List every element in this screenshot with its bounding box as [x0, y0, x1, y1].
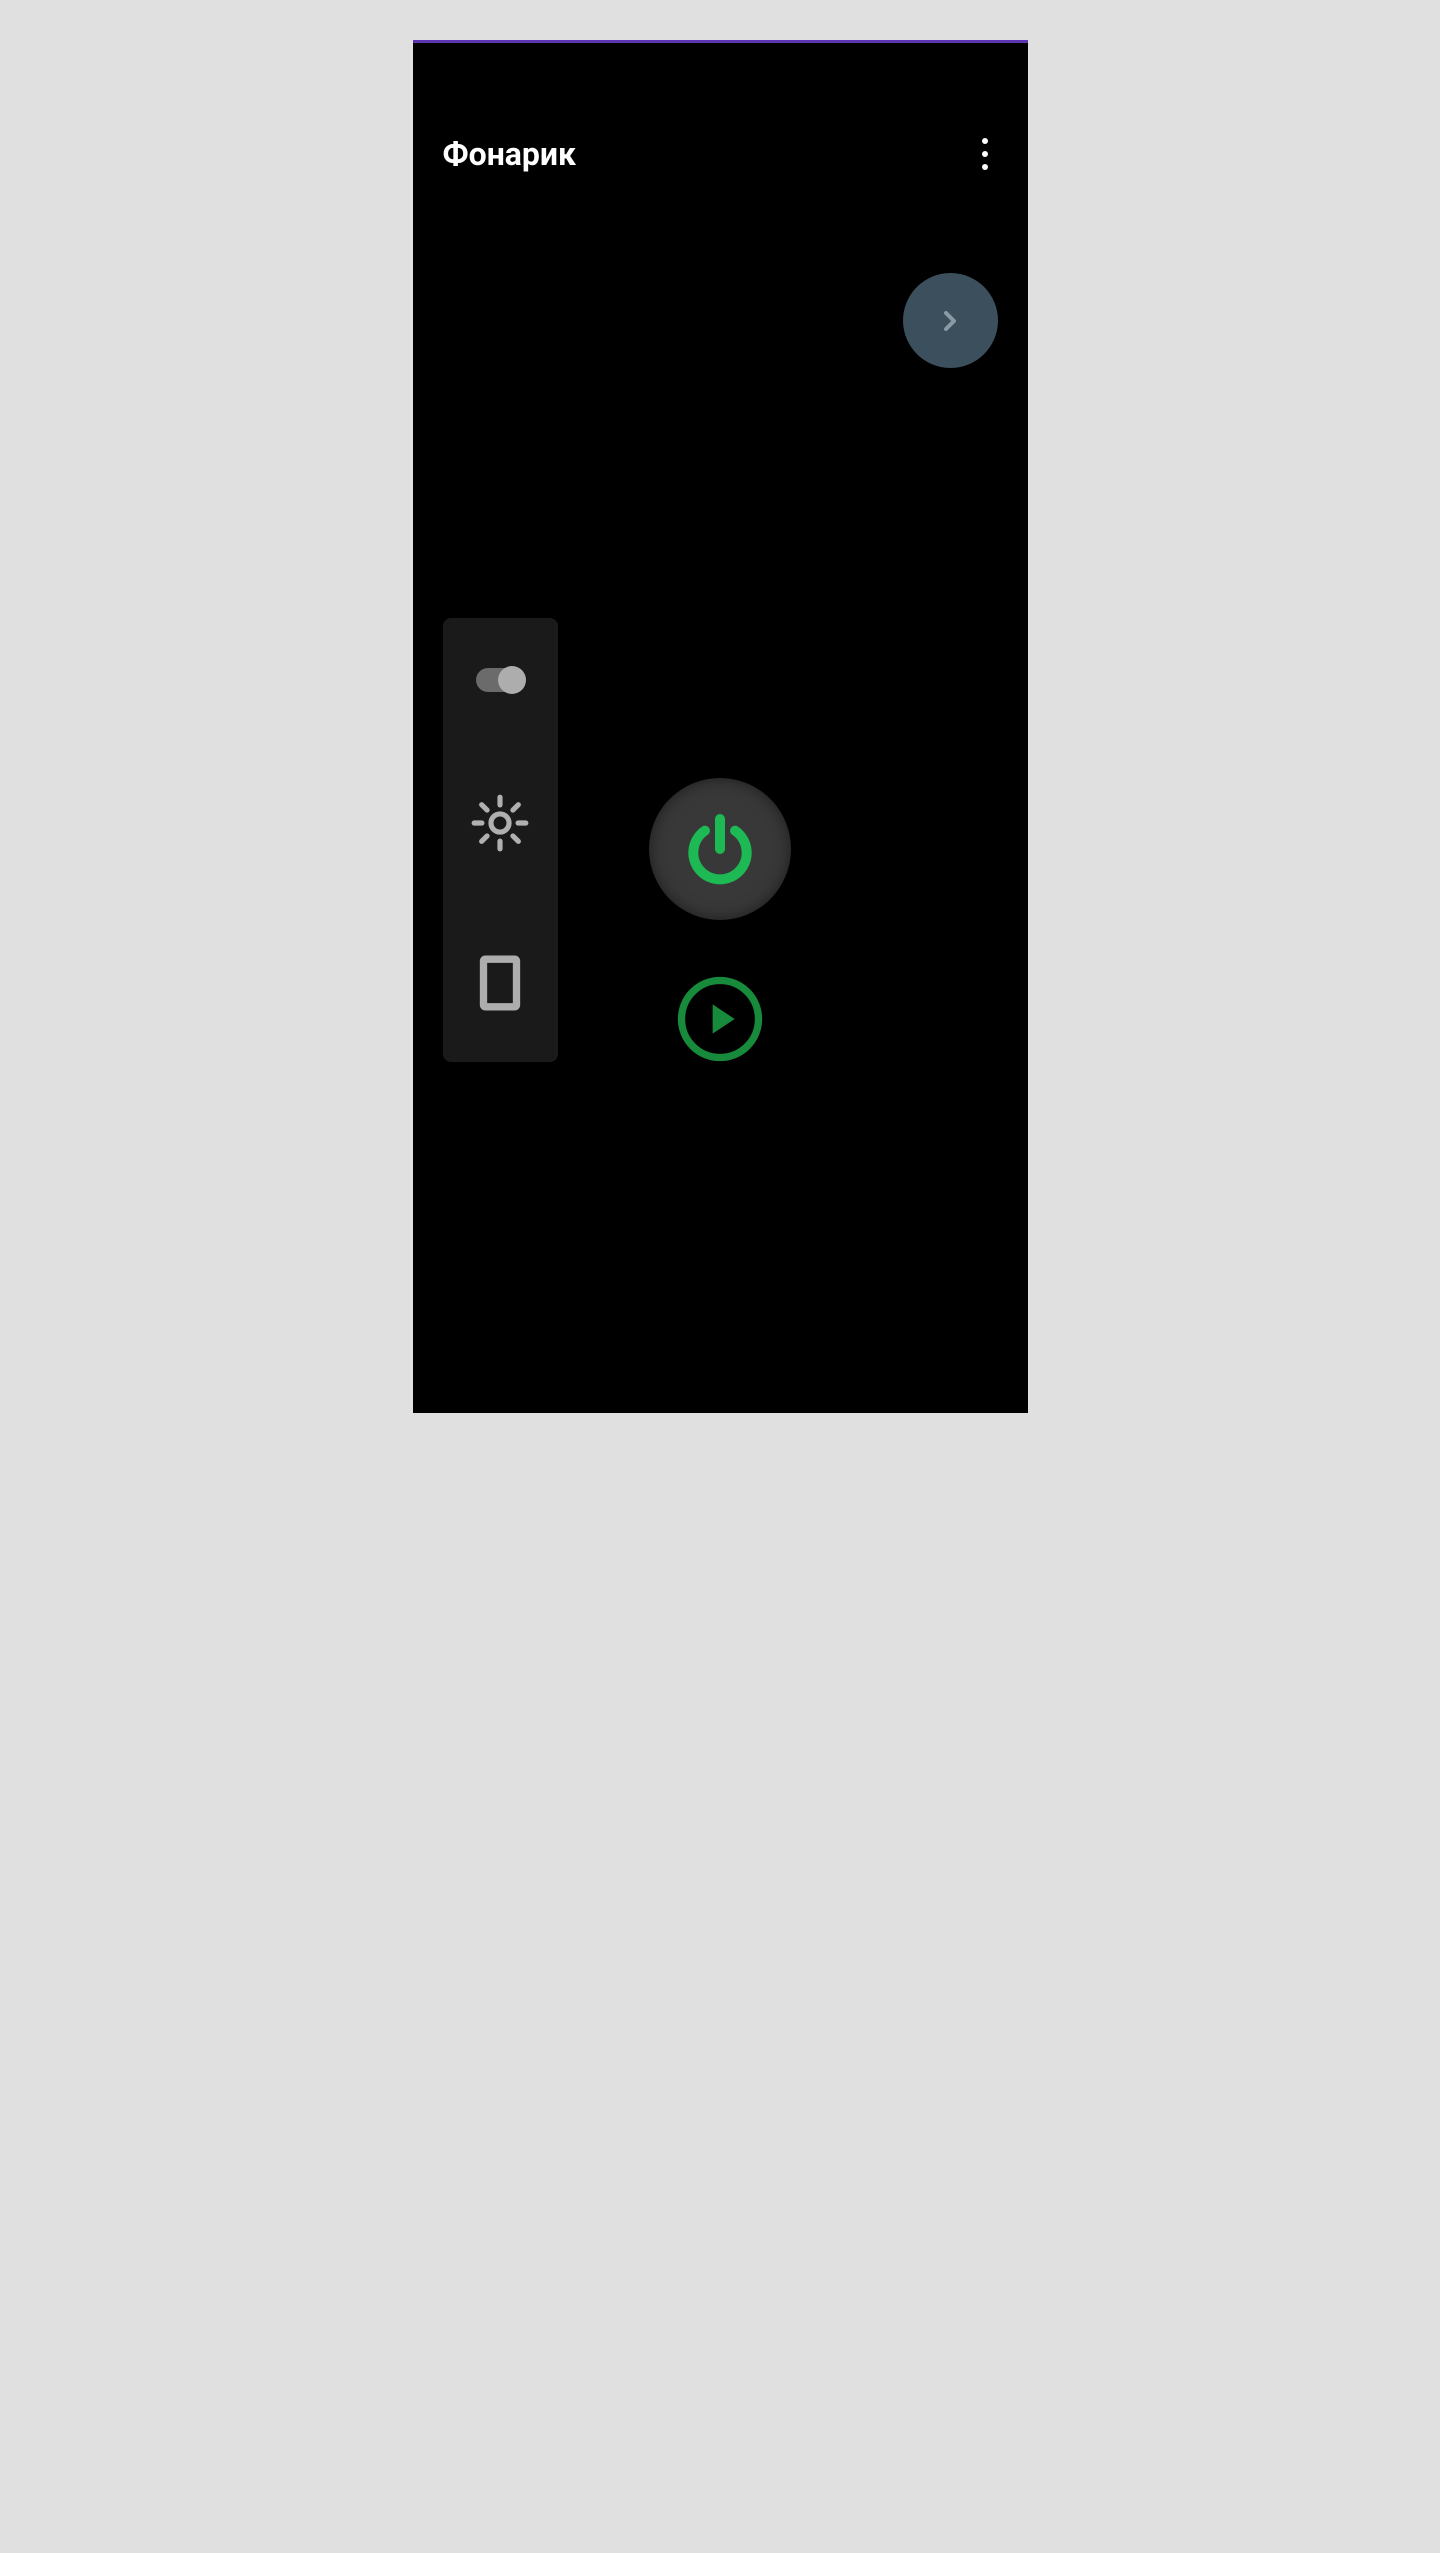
page-title: Фонарик [443, 135, 577, 173]
dot-icon [982, 164, 988, 170]
app-content: Фонарик [413, 43, 1028, 1413]
menu-button[interactable] [972, 128, 998, 180]
header: Фонарик [413, 43, 1028, 180]
brightness-icon [469, 792, 531, 854]
dot-icon [982, 138, 988, 144]
mode-toggle[interactable] [476, 668, 524, 692]
chevron-right-icon [934, 305, 966, 337]
power-button[interactable] [649, 778, 791, 920]
center-controls [649, 778, 791, 1063]
brightness-button[interactable] [469, 792, 531, 854]
screen-mode-button[interactable] [478, 954, 522, 1012]
app-screen: Фонарик [413, 40, 1028, 1413]
power-icon [680, 809, 760, 889]
next-button[interactable] [903, 273, 998, 368]
side-panel [443, 618, 558, 1062]
toggle-knob [498, 666, 526, 694]
play-button[interactable] [676, 975, 764, 1063]
dot-icon [982, 151, 988, 157]
rectangle-icon [478, 954, 522, 1012]
play-circle-icon [676, 975, 764, 1063]
